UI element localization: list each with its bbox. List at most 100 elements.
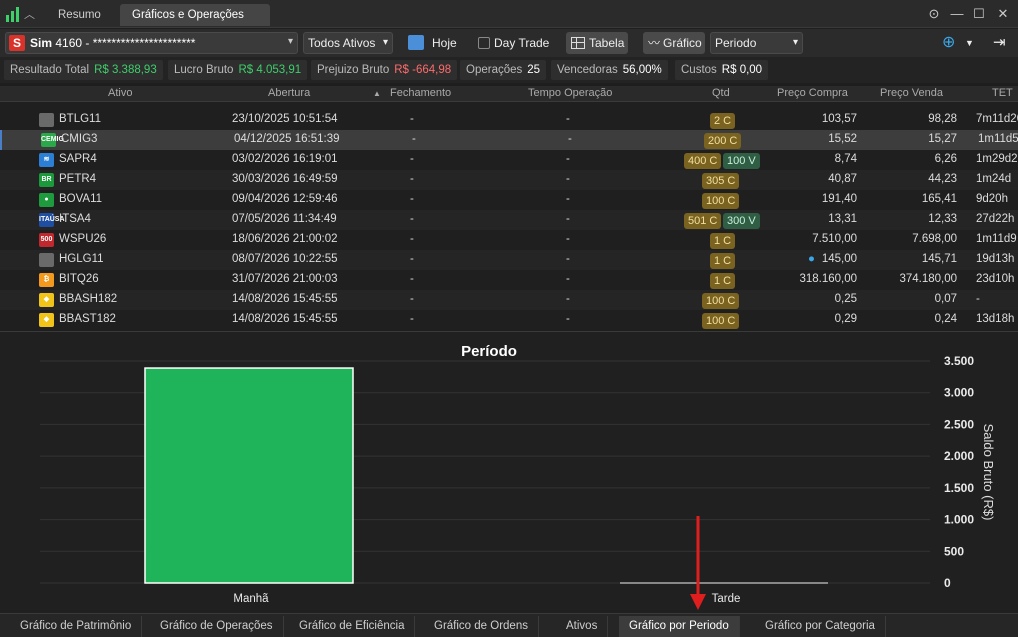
qty-buy-badge: 400 C	[684, 153, 722, 169]
table-row[interactable]: ◆ BBAST182 14/08/2026 15:45:55 - - 100 C 0,29 0…	[0, 310, 1018, 330]
stat-value: R$ -664,98	[394, 64, 452, 76]
stat-value: 56,00%	[622, 64, 662, 76]
qty-buy-badge: 100 C	[702, 293, 740, 309]
bottom-tab-0[interactable]: Gráfico de Patrimônio	[10, 616, 143, 637]
table-row-partial	[0, 90, 1018, 98]
cell-abertura: 18/06/2026 21:00:02	[232, 233, 338, 245]
cell-abertura: 14/08/2026 15:45:55	[232, 293, 338, 305]
cell-tempo: -	[566, 113, 570, 125]
period-select[interactable]: Periodo ▾	[710, 32, 803, 54]
table-row[interactable]: 500 WSPU26 18/06/2026 21:00:02 - - 1 C 7.510,0…	[0, 230, 1018, 250]
chevron-down-icon[interactable]: ▼	[965, 32, 974, 54]
cell-ativo: SAPR4	[59, 153, 97, 165]
cell-preco-venda: 12,33	[928, 213, 957, 225]
asset-logo-icon: CEMIG	[41, 133, 64, 147]
bottom-tab-1[interactable]: Gráfico de Operações	[150, 616, 284, 637]
cell-preco-venda: 7.698,00	[912, 233, 957, 245]
stats-bar: Resultado Total R$ 3.388,93 Lucro Bruto R$ …	[0, 57, 1018, 83]
minimize-button[interactable]: —	[946, 4, 968, 24]
cell-abertura: 31/07/2026 21:00:03	[232, 273, 338, 285]
line-chart-icon: 〰	[648, 36, 661, 50]
cell-abertura: 23/10/2025 10:51:54	[232, 113, 338, 125]
table-row[interactable]: BR PETR4 30/03/2026 16:49:59 - - 305 C 40,87 44…	[0, 170, 1018, 190]
asset-logo-icon: ITAÚSA	[39, 213, 65, 227]
operations-table: Ativo Abertura ▲ Fechamento Tempo Operaç…	[0, 86, 1018, 330]
table-row[interactable]: HGLG11 08/07/2026 10:22:55 - - 1 C ● 145,00 145…	[0, 250, 1018, 270]
cell-tempo: -	[566, 153, 570, 165]
cell-abertura: 04/12/2025 16:51:39	[234, 133, 340, 145]
stat-value: 25	[527, 64, 541, 76]
close-button[interactable]: ✕	[992, 4, 1014, 24]
stat-2: Prejuizo Bruto R$ -664,98	[311, 60, 458, 80]
stat-label: Resultado Total	[10, 64, 90, 76]
table-row[interactable]: ● BOVA11 09/04/2026 12:59:46 - - 100 C 191,40 1…	[0, 190, 1018, 210]
cell-preco-compra: 15,52	[828, 133, 857, 145]
bottom-tab-2[interactable]: Gráfico de Eficiência	[289, 616, 416, 637]
account-number: 4160 - **********************	[55, 36, 196, 50]
cell-abertura: 08/07/2026 10:22:55	[232, 253, 338, 265]
bottom-tab-4[interactable]: Ativos	[556, 616, 609, 637]
asset-logo-icon	[39, 113, 54, 127]
chevron-down-icon: ▾	[792, 37, 798, 48]
cell-tet: 27d22h	[976, 213, 1015, 225]
assets-filter-select[interactable]: Todos Ativos ▾	[303, 32, 393, 54]
cell-tempo: -	[566, 273, 570, 285]
bottom-tab-6[interactable]: Gráfico por Categoria	[755, 616, 886, 637]
stat-3: Operações 25	[460, 60, 547, 80]
date-button[interactable]: Hoje	[408, 32, 457, 54]
stat-4: Vencedoras 56,00%	[551, 60, 668, 80]
stat-label: Prejuizo Bruto	[317, 64, 390, 76]
cell-tempo: -	[566, 213, 570, 225]
asset-logo-icon: ◆	[39, 293, 54, 307]
table-row[interactable]: CEMIG CMIG3 04/12/2025 16:51:39 - - 200 C 15,5…	[0, 130, 1018, 150]
tab-resumo[interactable]: Resumo	[46, 4, 113, 26]
cell-tet: 23d10h	[976, 273, 1015, 285]
add-icon[interactable]: ⊕	[942, 32, 955, 54]
cell-fechamento: -	[410, 193, 414, 205]
toolbar: S Sim 4160 - ********************** ▾ To…	[0, 29, 1018, 57]
asset-logo-icon: ●	[39, 193, 54, 207]
cell-preco-compra: 7.510,00	[812, 233, 857, 245]
bottom-tab-3[interactable]: Gráfico de Ordens	[424, 616, 539, 637]
cell-tet: -	[976, 293, 980, 305]
cell-ativo: CMIG3	[61, 133, 98, 145]
table-row[interactable]: BTLG11 23/10/2025 10:51:54 - - 2 C 103,57 98,2…	[0, 110, 1018, 130]
bottom-tab-5[interactable]: Gráfico por Periodo	[619, 616, 740, 637]
stat-label: Operações	[466, 64, 523, 76]
daytrade-checkbox[interactable]: Day Trade	[478, 32, 549, 54]
qty-buy-badge: 501 C	[684, 213, 722, 229]
maximize-button[interactable]: ☐	[968, 4, 990, 24]
cell-tet: 1m29d23	[976, 153, 1018, 165]
table-row[interactable]: ₿ BITQ26 31/07/2026 21:00:03 - - 1 C 318.160,0…	[0, 270, 1018, 290]
chart-view-button[interactable]: 〰 Gráfico	[643, 32, 705, 54]
cell-fechamento: -	[412, 133, 416, 145]
more-options-icon[interactable]: ⊙	[923, 4, 945, 24]
qty-buy-badge: 1 C	[710, 233, 736, 249]
cell-ativo: WSPU26	[59, 233, 107, 245]
qty-buy-badge: 2 C	[710, 113, 736, 129]
chevron-up-icon[interactable]: ︿	[24, 6, 35, 22]
table-view-button[interactable]: Tabela	[566, 32, 628, 54]
info-icon: ●	[808, 253, 815, 265]
account-select[interactable]: S Sim 4160 - ********************** ▾	[5, 32, 298, 54]
qty-buy-badge: 100 C	[702, 313, 740, 329]
export-icon[interactable]: ⇥	[993, 32, 1006, 54]
cell-preco-compra: 0,25	[834, 293, 857, 305]
table-row[interactable]: ◆ BBASH182 14/08/2026 15:45:55 - - 100 C 0,25 0…	[0, 290, 1018, 310]
title-bar: ︿ Resumo Gráficos e Operações ⊙ — ☐ ✕	[0, 0, 1018, 28]
cell-preco-venda: 145,71	[921, 253, 957, 265]
cell-abertura: 30/03/2026 16:49:59	[232, 173, 338, 185]
tab-graficos-operacoes[interactable]: Gráficos e Operações	[120, 4, 270, 26]
table-row[interactable]: ITAÚSA ITSA4 07/05/2026 11:34:49 - - 501 C 300…	[0, 210, 1018, 230]
cell-abertura: 07/05/2026 11:34:49	[232, 213, 337, 225]
cell-ativo: BBASH182	[59, 293, 118, 305]
cell-tempo: -	[566, 233, 570, 245]
table-row[interactable]: ≋ SAPR4 03/02/2026 16:19:01 - - 400 C 100 V 8,7…	[0, 150, 1018, 170]
stat-value: R$ 0,00	[721, 64, 763, 76]
asset-logo-icon: BR	[39, 173, 54, 187]
cell-ativo: BBAST182	[59, 313, 116, 325]
cell-abertura: 03/02/2026 16:19:01	[232, 153, 338, 165]
cell-fechamento: -	[410, 173, 414, 185]
cell-ativo: BTLG11	[59, 113, 101, 125]
asset-logo-icon	[39, 253, 54, 267]
